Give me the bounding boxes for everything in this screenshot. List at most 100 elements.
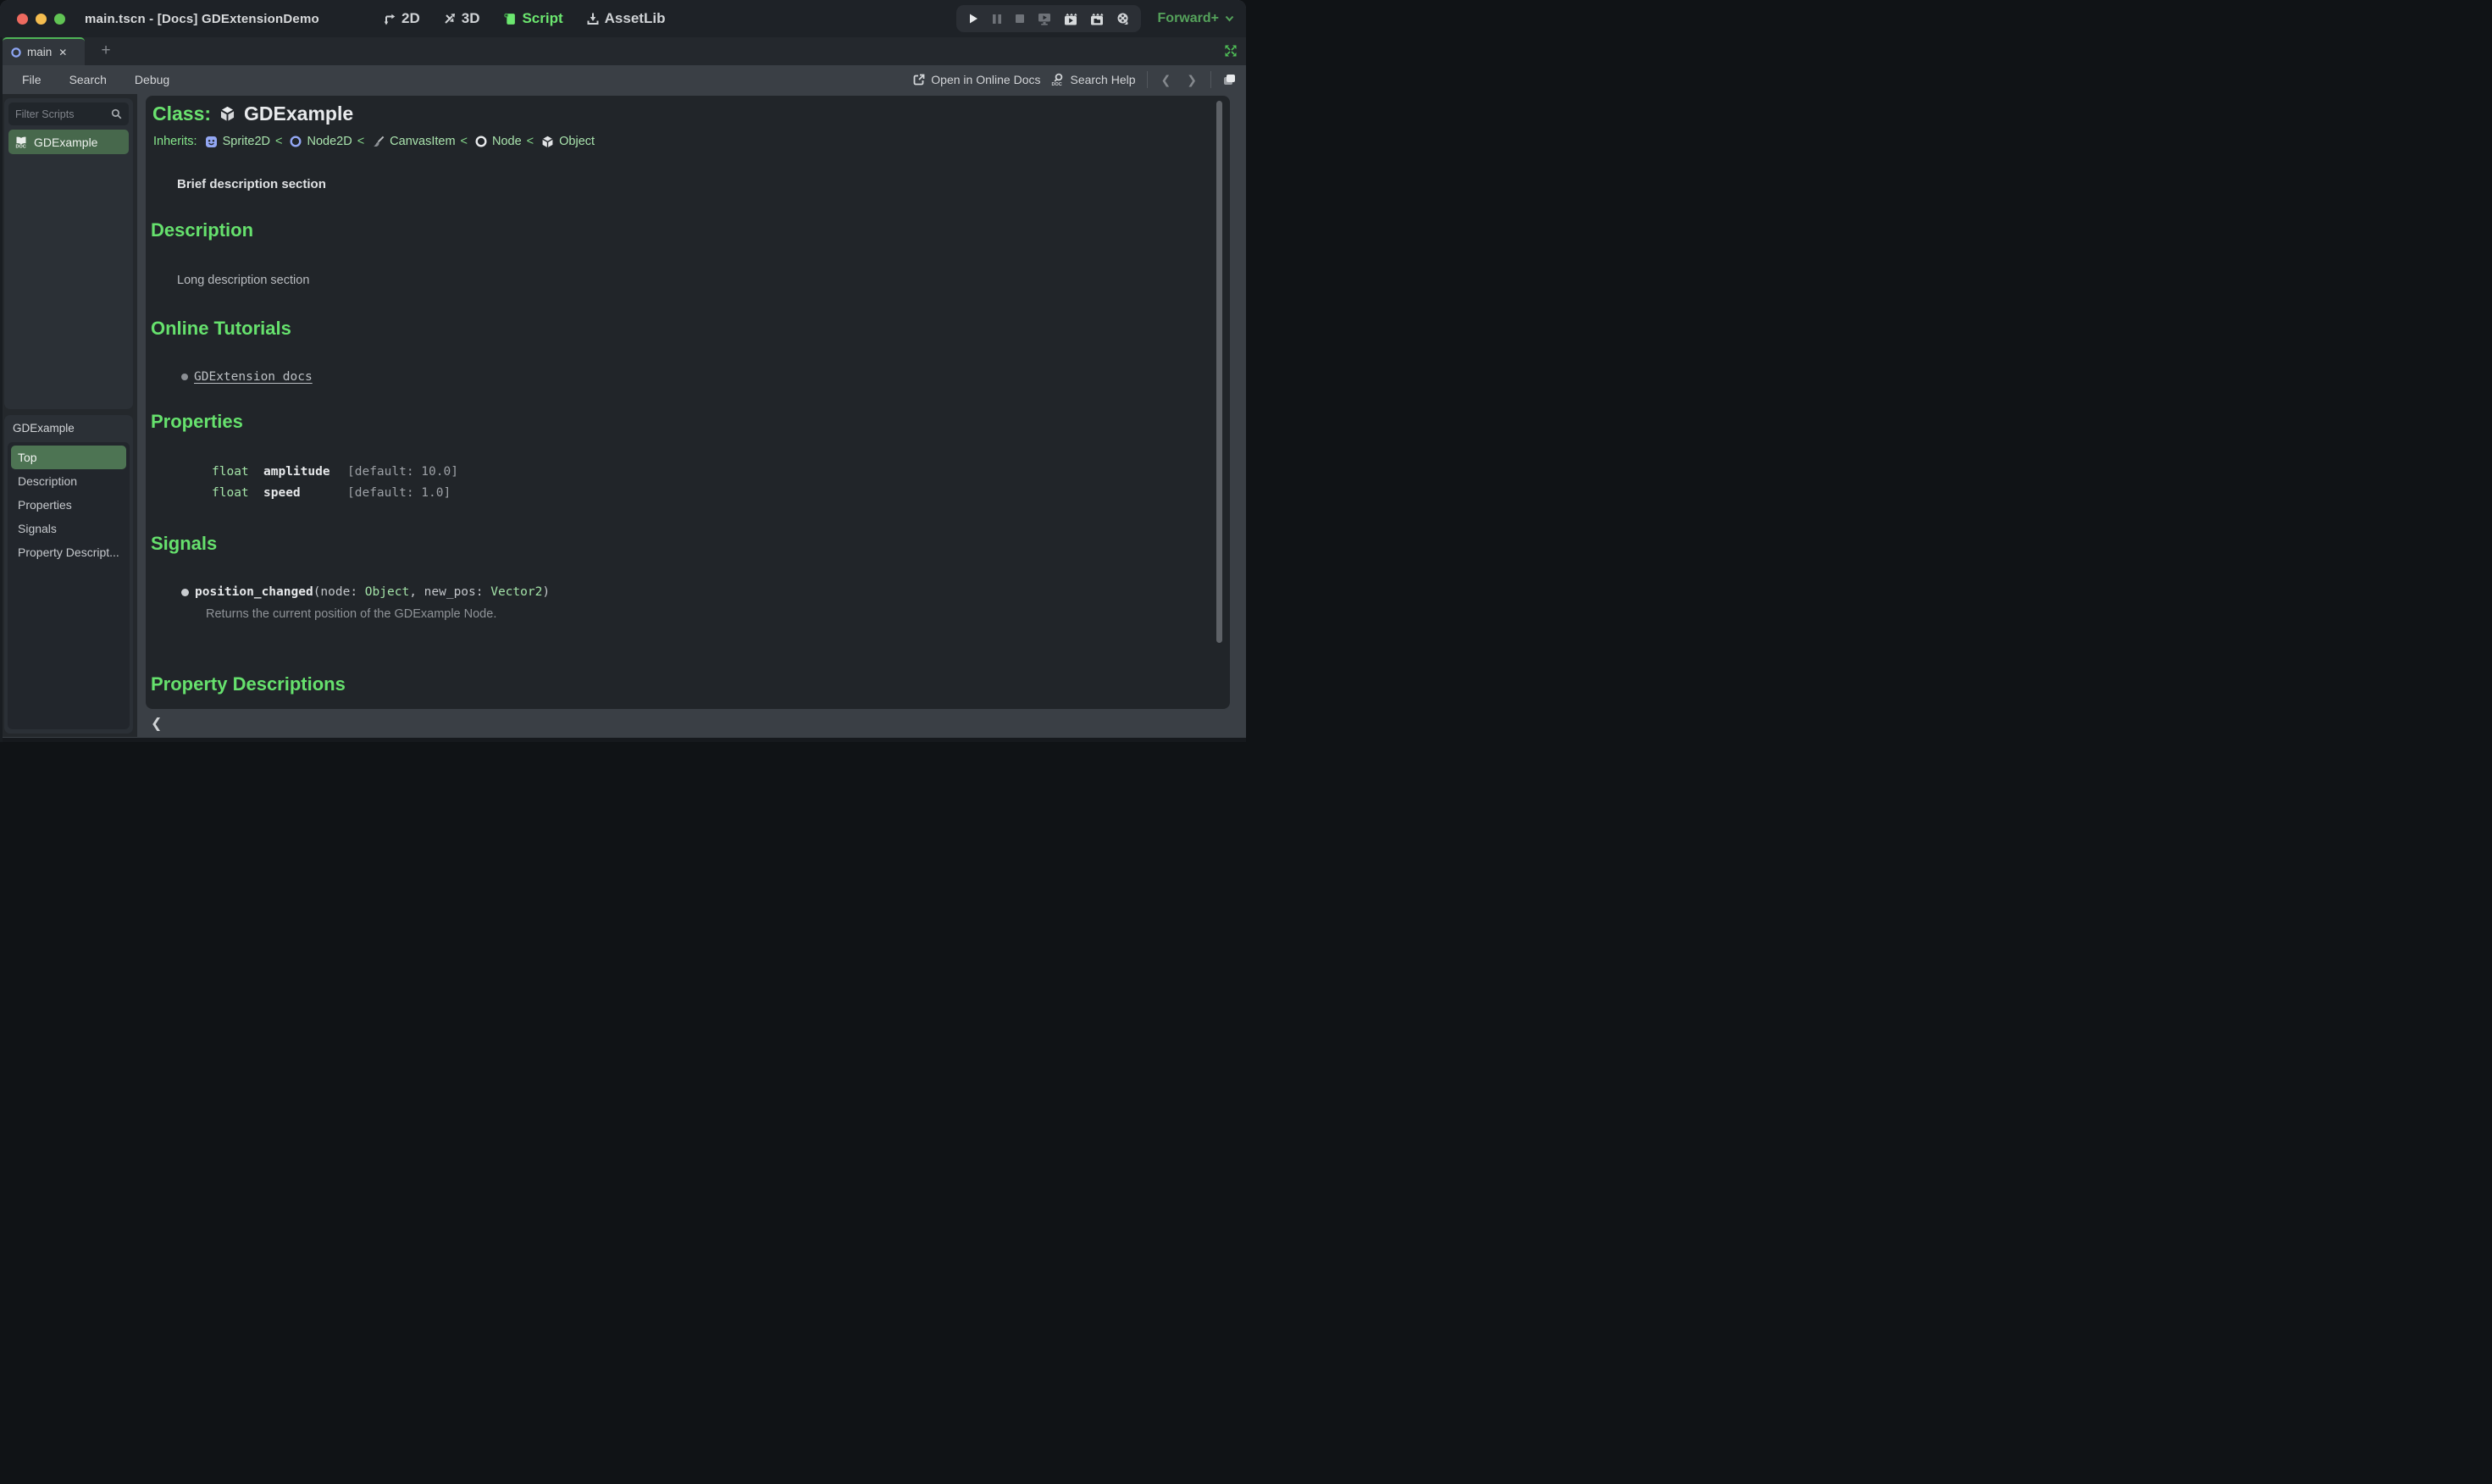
property-row-speed: float speed [default: 1.0]: [146, 486, 1230, 505]
inherits-link-canvasitem[interactable]: CanvasItem: [390, 135, 455, 148]
play-current-scene-button[interactable]: [1064, 13, 1077, 25]
script-item-gdexample[interactable]: DOC GDExample: [8, 130, 129, 154]
property-default-value: [default: 1.0]: [347, 486, 451, 500]
class-outline-panel: GDExample Top Description Properties Sig…: [4, 415, 133, 734]
class-title-line: Class: GDExample: [152, 102, 353, 125]
svg-text:DOC: DOC: [16, 145, 26, 148]
inherits-link-node2d[interactable]: Node2D: [307, 135, 352, 148]
movie-maker-mode-button[interactable]: [1116, 12, 1130, 25]
open-online-docs-button[interactable]: Open in Online Docs: [913, 73, 1040, 86]
external-link-icon: [913, 74, 925, 86]
godot-editor-window: main.tscn - [Docs] GDExtensionDemo 2D 3D…: [0, 0, 1246, 742]
property-type-link[interactable]: float: [212, 486, 249, 500]
menus: File Search Debug: [22, 73, 169, 86]
tab-close-icon[interactable]: ✕: [58, 47, 67, 58]
outline-item-description[interactable]: Description: [11, 469, 126, 493]
history-forward-button[interactable]: ❯: [1184, 73, 1199, 87]
property-descriptions-heading: Property Descriptions: [151, 673, 346, 695]
property-name-link[interactable]: speed: [263, 486, 301, 500]
sprite2d-icon: [205, 136, 218, 148]
signal-row: position_changed(node: Object, new_pos: …: [181, 585, 550, 599]
description-heading: Description: [151, 219, 254, 241]
2d-mode-icon: [383, 12, 396, 25]
play-scene-button[interactable]: [1038, 13, 1051, 25]
play-custom-scene-button[interactable]: [1090, 13, 1104, 25]
playback-controls: [955, 5, 1141, 32]
search-help-icon: DOC: [1051, 73, 1064, 86]
add-tab-button[interactable]: +: [95, 40, 117, 62]
separator: [1146, 71, 1148, 88]
mode-3d-button[interactable]: 3D: [443, 10, 479, 27]
outline-header: GDExample: [13, 421, 75, 435]
collapse-scripts-panel-button[interactable]: ❮: [151, 715, 162, 732]
gdextension-docs-link[interactable]: GDExtension docs: [194, 370, 313, 384]
node2d-scene-icon: [11, 47, 21, 58]
inherits-link-object[interactable]: Object: [559, 135, 595, 148]
zoom-window-button[interactable]: [54, 13, 65, 25]
inherits-line: Inherits: Sprite2D < Node2D < CanvasItem…: [153, 135, 595, 148]
outline-item-property-descriptions[interactable]: Property Descript...: [11, 540, 126, 564]
canvasitem-brush-icon: [372, 136, 385, 148]
bullet-icon: [181, 374, 188, 380]
pause-button[interactable]: [992, 14, 1002, 25]
close-window-button[interactable]: [17, 13, 28, 25]
outline-item-properties[interactable]: Properties: [11, 493, 126, 517]
properties-heading: Properties: [151, 411, 243, 432]
long-description: Long description section: [177, 274, 310, 287]
tab-main[interactable]: main ✕: [3, 37, 85, 65]
menu-bar-right: Open in Online Docs DOC Search Help ❮ ❯: [913, 65, 1237, 94]
svg-text:DOC: DOC: [1052, 82, 1062, 86]
signal-description: Returns the current position of the GDEx…: [206, 607, 497, 621]
signal-signature: position_changed(node: Object, new_pos: …: [195, 585, 551, 599]
separator: [1210, 71, 1211, 88]
minimize-window-button[interactable]: [36, 13, 47, 25]
assetlib-download-icon: [586, 12, 600, 25]
window-bottom-edge: [0, 738, 1246, 742]
search-icon: [111, 108, 122, 119]
window-title: main.tscn - [Docs] GDExtensionDemo: [85, 11, 319, 26]
script-item-label: GDExample: [34, 135, 98, 149]
history-back-button[interactable]: ❮: [1159, 73, 1174, 87]
signal-bullet-icon: [181, 588, 189, 596]
stop-button[interactable]: [1015, 14, 1025, 24]
property-type-link[interactable]: float: [212, 465, 249, 479]
renderer-selector[interactable]: Forward+: [1158, 11, 1234, 26]
mode-2d-button[interactable]: 2D: [383, 10, 420, 27]
menu-debug[interactable]: Debug: [135, 73, 169, 86]
class-name: GDExample: [244, 102, 354, 125]
object-icon: [541, 136, 554, 148]
filter-scripts-box[interactable]: [8, 102, 129, 125]
script-mode-icon: [502, 12, 517, 26]
vertical-scrollbar[interactable]: [1216, 101, 1222, 643]
filter-scripts-input[interactable]: [15, 108, 111, 120]
signal-arg-type-link[interactable]: Vector2: [490, 585, 542, 599]
outline-item-signals[interactable]: Signals: [11, 517, 126, 540]
expand-editor-button[interactable]: [1224, 44, 1238, 58]
property-name-link[interactable]: amplitude: [263, 465, 330, 479]
script-list: DOC GDExample: [8, 130, 129, 154]
mode-assetlib-button[interactable]: AssetLib: [586, 10, 665, 27]
3d-mode-icon: [443, 12, 457, 25]
class-reference-view: Class: GDExample Inherits: Sprite2D < No…: [146, 96, 1230, 709]
title-bar: main.tscn - [Docs] GDExtensionDemo 2D 3D…: [0, 0, 1246, 37]
inherits-link-sprite2d[interactable]: Sprite2D: [223, 135, 270, 148]
outline-item-top[interactable]: Top: [11, 446, 126, 469]
signal-name-link[interactable]: position_changed: [195, 585, 313, 599]
search-help-button[interactable]: DOC Search Help: [1051, 73, 1136, 86]
menu-search[interactable]: Search: [69, 73, 107, 86]
inherits-link-node[interactable]: Node: [492, 135, 522, 148]
toggle-scripts-panel-button[interactable]: [1222, 73, 1237, 86]
mode-script-button[interactable]: Script: [502, 10, 563, 27]
class-label: Class:: [152, 102, 212, 125]
property-row-amplitude: float amplitude [default: 10.0]: [146, 465, 1230, 484]
menu-file[interactable]: File: [22, 73, 42, 86]
signal-arg-type-link[interactable]: Object: [365, 585, 409, 599]
window-left-edge: [0, 37, 3, 742]
tutorial-link-line: GDExtension docs: [181, 370, 313, 384]
window-controls: [17, 13, 65, 25]
title-bar-right: Forward+: [955, 0, 1234, 37]
script-editor-body: DOC GDExample GDExample Top Description …: [0, 94, 1246, 742]
node-icon: [475, 136, 487, 147]
renderer-label: Forward+: [1157, 11, 1219, 25]
play-button[interactable]: [967, 13, 979, 25]
